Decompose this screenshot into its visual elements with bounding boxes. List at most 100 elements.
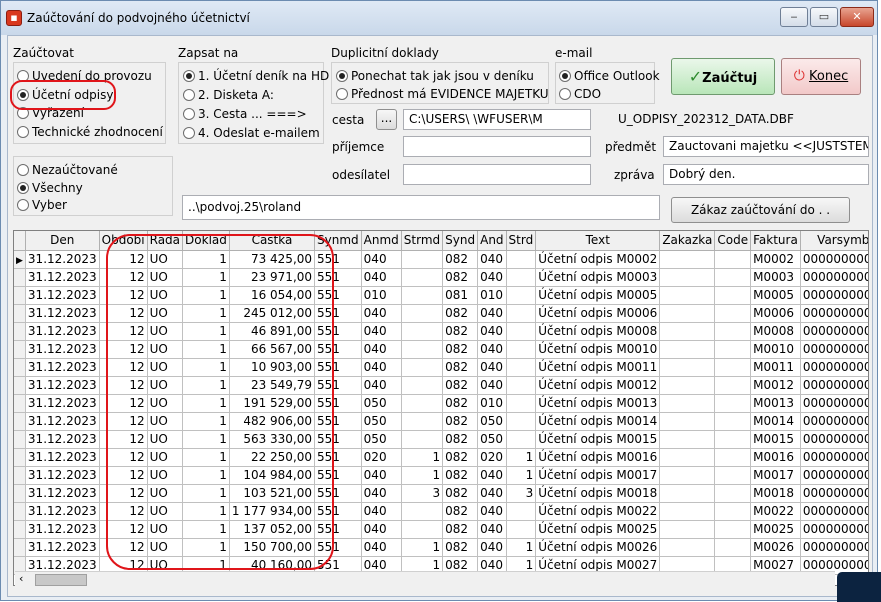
prijemce-input[interactable] — [403, 136, 591, 157]
cell-den[interactable]: 31.12.2023 — [25, 340, 100, 359]
konec-button[interactable]: ⏻ Konec — [781, 58, 861, 95]
path-input[interactable]: ..\podvoj.25\roland — [182, 195, 660, 220]
cell-and[interactable]: 050 — [477, 412, 507, 431]
cell-castka[interactable]: 245 012,00 — [229, 304, 316, 323]
data-grid[interactable]: Den Obdobi Rada Doklad Castka Synmd Anmd Strmd S… — [13, 230, 869, 586]
cell-varsymbol[interactable]: 000000000014 — [800, 412, 868, 431]
cell-castka[interactable]: 73 425,00 — [229, 250, 316, 269]
cell-text[interactable]: Účetní odpis M0026 — [535, 538, 661, 557]
cell-synmd[interactable]: 551 — [314, 520, 362, 539]
cell-doklad[interactable]: 1 — [182, 412, 230, 431]
zauctovat-radio-2[interactable]: Vyřazení — [17, 105, 84, 121]
cell-rada[interactable]: UO — [147, 394, 184, 413]
cell-code[interactable] — [714, 484, 752, 503]
cell-faktura[interactable]: M0008 — [750, 322, 801, 341]
cell-faktura[interactable]: M0010 — [750, 340, 801, 359]
row-indicator[interactable] — [14, 430, 26, 449]
cell-and[interactable]: 040 — [477, 268, 507, 287]
cell-strd[interactable]: 1 — [506, 448, 537, 467]
cell-varsymbol[interactable]: 000000000008 — [800, 322, 868, 341]
cell-castka[interactable]: 563 330,00 — [229, 430, 316, 449]
cell-text[interactable]: Účetní odpis M0008 — [535, 322, 661, 341]
cell-synd[interactable]: 082 — [442, 430, 479, 449]
cell-rada[interactable]: UO — [147, 502, 184, 521]
cell-doklad[interactable]: 1 — [182, 304, 230, 323]
cell-rada[interactable]: UO — [147, 448, 184, 467]
cell-and[interactable]: 040 — [477, 502, 507, 521]
cell-strmd[interactable]: 1 — [401, 538, 444, 557]
cell-strmd[interactable] — [401, 304, 444, 323]
row-indicator[interactable] — [14, 358, 26, 377]
cell-zakazka[interactable] — [659, 340, 716, 359]
cell-strd[interactable] — [506, 304, 537, 323]
cell-anmd[interactable]: 020 — [361, 448, 402, 467]
cell-doklad[interactable]: 1 — [182, 520, 230, 539]
cell-strd[interactable] — [506, 286, 537, 305]
cell-anmd[interactable]: 040 — [361, 358, 402, 377]
cell-strmd[interactable] — [401, 322, 444, 341]
cell-text[interactable]: Účetní odpis M0016 — [535, 448, 661, 467]
table-row[interactable]: 31.12.2023 12 UO 1 245 012,00 551 040 082 040 Úče… — [14, 304, 868, 323]
cell-doklad[interactable]: 1 — [182, 322, 230, 341]
table-row[interactable]: 31.12.2023 12 UO 1 46 891,00 551 040 082 040 Účet… — [14, 322, 868, 341]
cell-anmd[interactable]: 040 — [361, 268, 402, 287]
cell-anmd[interactable]: 040 — [361, 520, 402, 539]
zapsat-radio-1[interactable]: 2. Disketa A: — [183, 87, 274, 103]
scroll-left-icon[interactable]: ‹ — [19, 572, 23, 585]
table-row[interactable]: 31.12.2023 12 UO 1 191 529,00 551 050 082 010 Úče… — [14, 394, 868, 413]
cell-castka[interactable]: 10 903,00 — [229, 358, 316, 377]
cell-varsymbol[interactable]: 000000000015 — [800, 430, 868, 449]
cell-castka[interactable]: 137 052,00 — [229, 520, 316, 539]
cell-and[interactable]: 040 — [477, 538, 507, 557]
predmet-input[interactable]: Zauctovani majetku <<JUSTSTEM(th — [663, 136, 869, 157]
cell-synd[interactable]: 082 — [442, 520, 479, 539]
cell-text[interactable]: Účetní odpis M0015 — [535, 430, 661, 449]
row-indicator[interactable] — [14, 520, 26, 539]
column-header-text[interactable]: Text — [535, 231, 661, 251]
cell-faktura[interactable]: M0011 — [750, 358, 801, 377]
cell-synmd[interactable]: 551 — [314, 304, 362, 323]
cell-strd[interactable] — [506, 502, 537, 521]
cell-synd[interactable]: 082 — [442, 502, 479, 521]
cell-anmd[interactable]: 050 — [361, 412, 402, 431]
cell-varsymbol[interactable]: 000000000025 — [800, 520, 868, 539]
cell-synd[interactable]: 081 — [442, 286, 479, 305]
cell-strmd[interactable] — [401, 286, 444, 305]
cell-synmd[interactable]: 551 — [314, 430, 362, 449]
cell-faktura[interactable]: M0006 — [750, 304, 801, 323]
row-indicator[interactable] — [14, 412, 26, 431]
cell-obdobi[interactable]: 12 — [99, 448, 148, 467]
row-indicator[interactable] — [14, 268, 26, 287]
cell-text[interactable]: Účetní odpis M0002 — [535, 250, 661, 269]
cell-rada[interactable]: UO — [147, 286, 184, 305]
cell-and[interactable]: 040 — [477, 376, 507, 395]
cell-synmd[interactable]: 551 — [314, 286, 362, 305]
cell-code[interactable] — [714, 268, 752, 287]
cell-code[interactable] — [714, 286, 752, 305]
cell-synmd[interactable]: 551 — [314, 376, 362, 395]
cell-faktura[interactable]: M0012 — [750, 376, 801, 395]
table-row[interactable]: 31.12.2023 12 UO 1 23 971,00 551 040 082 040 Účet… — [14, 268, 868, 287]
cell-obdobi[interactable]: 12 — [99, 520, 148, 539]
cell-zakazka[interactable] — [659, 304, 716, 323]
cell-text[interactable]: Účetní odpis M0010 — [535, 340, 661, 359]
cell-code[interactable] — [714, 304, 752, 323]
cell-varsymbol[interactable]: 000000000011 — [800, 358, 868, 377]
cell-rada[interactable]: UO — [147, 358, 184, 377]
cell-rada[interactable]: UO — [147, 322, 184, 341]
table-row[interactable]: 31.12.2023 12 UO 1 22 250,00 551 020 1 082 020 1 Úč… — [14, 448, 868, 467]
cell-code[interactable] — [714, 412, 752, 431]
cell-zakazka[interactable] — [659, 358, 716, 377]
column-header-strmd[interactable]: Strmd — [401, 231, 444, 251]
cell-varsymbol[interactable]: 000000000003 — [800, 268, 868, 287]
cell-strmd[interactable] — [401, 250, 444, 269]
cell-obdobi[interactable]: 12 — [99, 394, 148, 413]
cell-den[interactable]: 31.12.2023 — [25, 322, 100, 341]
table-row[interactable]: 31.12.2023 12 UO 1 66 567,00 551 040 082 040 Účet… — [14, 340, 868, 359]
row-indicator[interactable] — [14, 538, 26, 557]
cell-text[interactable]: Účetní odpis M0005 — [535, 286, 661, 305]
table-row[interactable]: 31.12.2023 12 UO 1 563 330,00 551 050 082 050 Úče… — [14, 430, 868, 449]
cell-den[interactable]: 31.12.2023 — [25, 538, 100, 557]
cell-strmd[interactable]: 3 — [401, 484, 444, 503]
cell-strd[interactable] — [506, 358, 537, 377]
